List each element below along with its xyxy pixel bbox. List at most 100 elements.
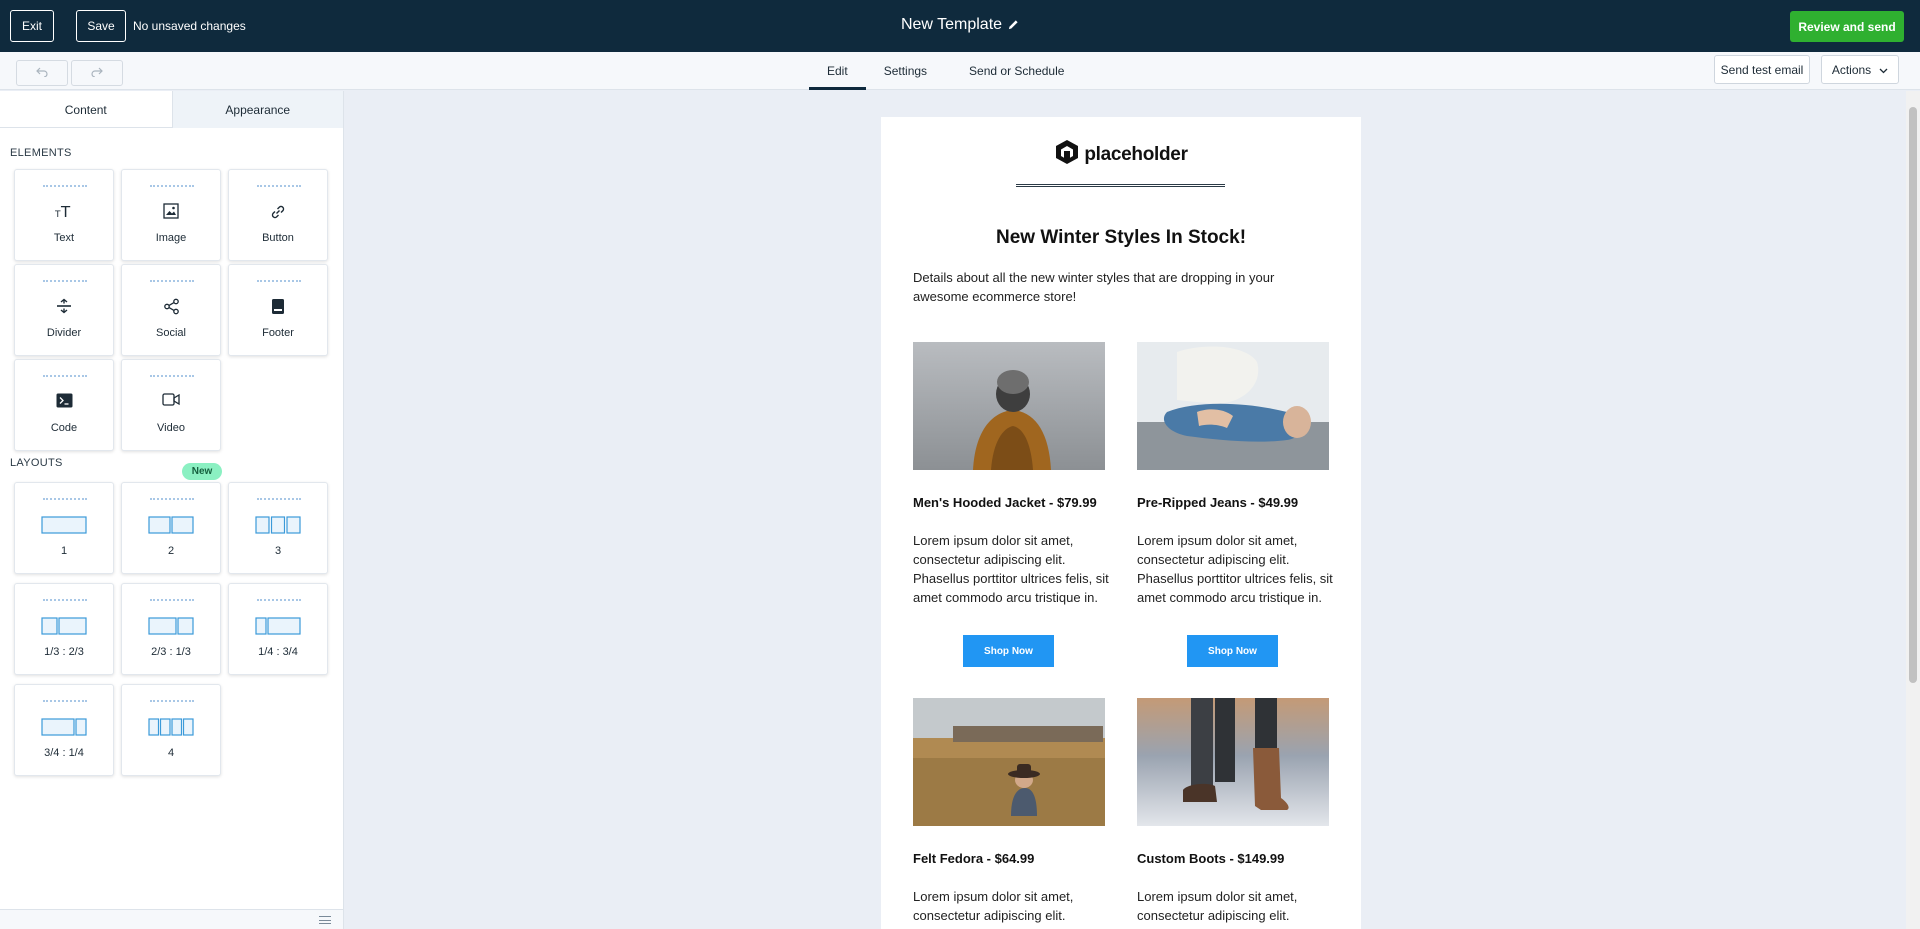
pencil-icon[interactable] <box>1008 17 1019 35</box>
layout-3-icon <box>229 516 327 534</box>
layout-1-4-3-4-icon <box>229 617 327 635</box>
editor-toolbar: Edit Settings Send or Schedule <box>0 52 1920 90</box>
tab-send-or-schedule[interactable]: Send or Schedule <box>951 52 1082 90</box>
element-label: Code <box>50 422 78 434</box>
drag-handle <box>150 498 194 500</box>
element-label: Divider <box>46 327 82 339</box>
drag-handle <box>150 700 194 702</box>
drag-handle <box>150 280 194 282</box>
email-intro-text[interactable]: Details about all the new winter styles … <box>913 268 1333 306</box>
element-social[interactable]: Social <box>121 264 221 356</box>
scrollbar-thumb[interactable] <box>1909 107 1917 683</box>
product-title[interactable]: Men's Hooded Jacket - $79.99 <box>913 495 1097 510</box>
email-preview[interactable]: placeholder New Winter Styles In Stock! … <box>881 117 1361 929</box>
tab-settings[interactable]: Settings <box>866 52 945 90</box>
layouts-heading: LAYOUTS <box>10 457 63 469</box>
shop-now-button[interactable]: Shop Now <box>963 635 1054 667</box>
layout-label: 3/4 : 1/4 <box>44 747 84 759</box>
tab-appearance[interactable]: Appearance <box>171 91 343 128</box>
send-test-email-button[interactable]: Send test email <box>1714 55 1810 84</box>
product-image-jacket[interactable] <box>913 342 1105 470</box>
layout-2-3-1-3[interactable]: 2/3 : 1/3 <box>121 583 221 675</box>
layout-1-4-3-4[interactable]: 1/4 : 3/4 <box>228 583 328 675</box>
element-divider[interactable]: Divider <box>14 264 114 356</box>
element-label: Footer <box>262 327 294 339</box>
email-logo[interactable]: placeholder <box>881 139 1361 170</box>
product-description[interactable]: Lorem ipsum dolor sit amet, consectetur … <box>1137 887 1333 925</box>
element-video[interactable]: Video <box>121 359 221 451</box>
layout-label: 2/3 : 1/3 <box>151 646 191 658</box>
product-description[interactable]: Lorem ipsum dolor sit amet, consectetur … <box>1137 531 1333 607</box>
element-label: Text <box>53 232 75 244</box>
product-title[interactable]: Custom Boots - $149.99 <box>1137 851 1284 866</box>
top-bar: Exit Save No unsaved changes New Templat… <box>0 0 1920 52</box>
product-description[interactable]: Lorem ipsum dolor sit amet, consectetur … <box>913 531 1109 607</box>
drag-handle <box>43 700 87 702</box>
drag-handle <box>150 375 194 377</box>
review-and-send-button[interactable]: Review and send <box>1790 11 1904 42</box>
drag-handle <box>150 185 194 187</box>
drag-handle <box>257 185 301 187</box>
layout-3-4-1-4[interactable]: 3/4 : 1/4 <box>14 684 114 776</box>
layout-2-icon <box>122 516 220 534</box>
element-footer[interactable]: Footer <box>228 264 328 356</box>
drag-handle <box>43 599 87 601</box>
layout-4-icon <box>122 718 220 736</box>
layout-4[interactable]: 4 <box>121 684 221 776</box>
drag-handle <box>257 280 301 282</box>
link-icon <box>229 203 327 221</box>
layout-1[interactable]: 1 <box>14 482 114 574</box>
layout-1-3-2-3[interactable]: 1/3 : 2/3 <box>14 583 114 675</box>
image-icon <box>122 203 220 219</box>
layout-3[interactable]: 3 <box>228 482 328 574</box>
chevron-down-icon <box>1879 63 1888 77</box>
share-icon <box>122 298 220 315</box>
drag-handle <box>43 280 87 282</box>
menu-icon[interactable] <box>319 916 331 924</box>
drag-handle <box>43 498 87 500</box>
layout-label: 2 <box>167 545 175 557</box>
layout-label: 1/3 : 2/3 <box>44 646 84 658</box>
drag-handle <box>257 498 301 500</box>
product-title[interactable]: Pre-Ripped Jeans - $49.99 <box>1137 495 1298 510</box>
product-description[interactable]: Lorem ipsum dolor sit amet, consectetur … <box>913 887 1109 925</box>
element-button[interactable]: Button <box>228 169 328 261</box>
template-title-text: New Template <box>900 16 1003 33</box>
tab-content[interactable]: Content <box>0 91 172 128</box>
drag-handle <box>150 599 194 601</box>
element-code[interactable]: Code <box>14 359 114 451</box>
email-headline[interactable]: New Winter Styles In Stock! <box>881 227 1361 249</box>
redo-button[interactable] <box>71 60 123 86</box>
template-title[interactable]: New Template <box>0 16 1920 35</box>
panel-tabs: Content Appearance <box>0 91 343 128</box>
terminal-icon <box>15 393 113 408</box>
hexagon-logo-icon <box>1054 139 1080 170</box>
logo-text: placeholder <box>1084 143 1188 165</box>
canvas-scrollbar[interactable] <box>1906 91 1920 929</box>
undo-button[interactable] <box>16 60 68 86</box>
elements-heading: ELEMENTS <box>10 147 72 159</box>
element-image[interactable]: Image <box>121 169 221 261</box>
drag-handle <box>43 185 87 187</box>
redo-icon <box>91 64 103 82</box>
product-image-boots[interactable] <box>1137 698 1329 826</box>
layout-label: 3 <box>274 545 282 557</box>
layout-3-4-1-4-icon <box>15 718 113 736</box>
divider-line[interactable] <box>1016 184 1225 187</box>
product-title[interactable]: Felt Fedora - $64.99 <box>913 851 1034 866</box>
layout-2[interactable]: 2 <box>121 482 221 574</box>
editor-tabs: Edit Settings Send or Schedule <box>809 52 1082 90</box>
product-image-fedora[interactable] <box>913 698 1105 826</box>
divider-icon <box>15 298 113 314</box>
panel-footer <box>0 909 343 929</box>
actions-dropdown[interactable]: Actions <box>1821 55 1899 84</box>
actions-label: Actions <box>1831 62 1872 77</box>
element-label: Button <box>262 232 294 244</box>
text-size-icon: TT <box>15 203 113 219</box>
layout-1-icon <box>15 516 113 534</box>
shop-now-button[interactable]: Shop Now <box>1187 635 1278 667</box>
content-panel: Content Appearance ELEMENTS TT Text Imag… <box>0 91 344 929</box>
product-image-jeans[interactable] <box>1137 342 1329 470</box>
element-text[interactable]: TT Text <box>14 169 114 261</box>
tab-edit[interactable]: Edit <box>809 52 866 90</box>
